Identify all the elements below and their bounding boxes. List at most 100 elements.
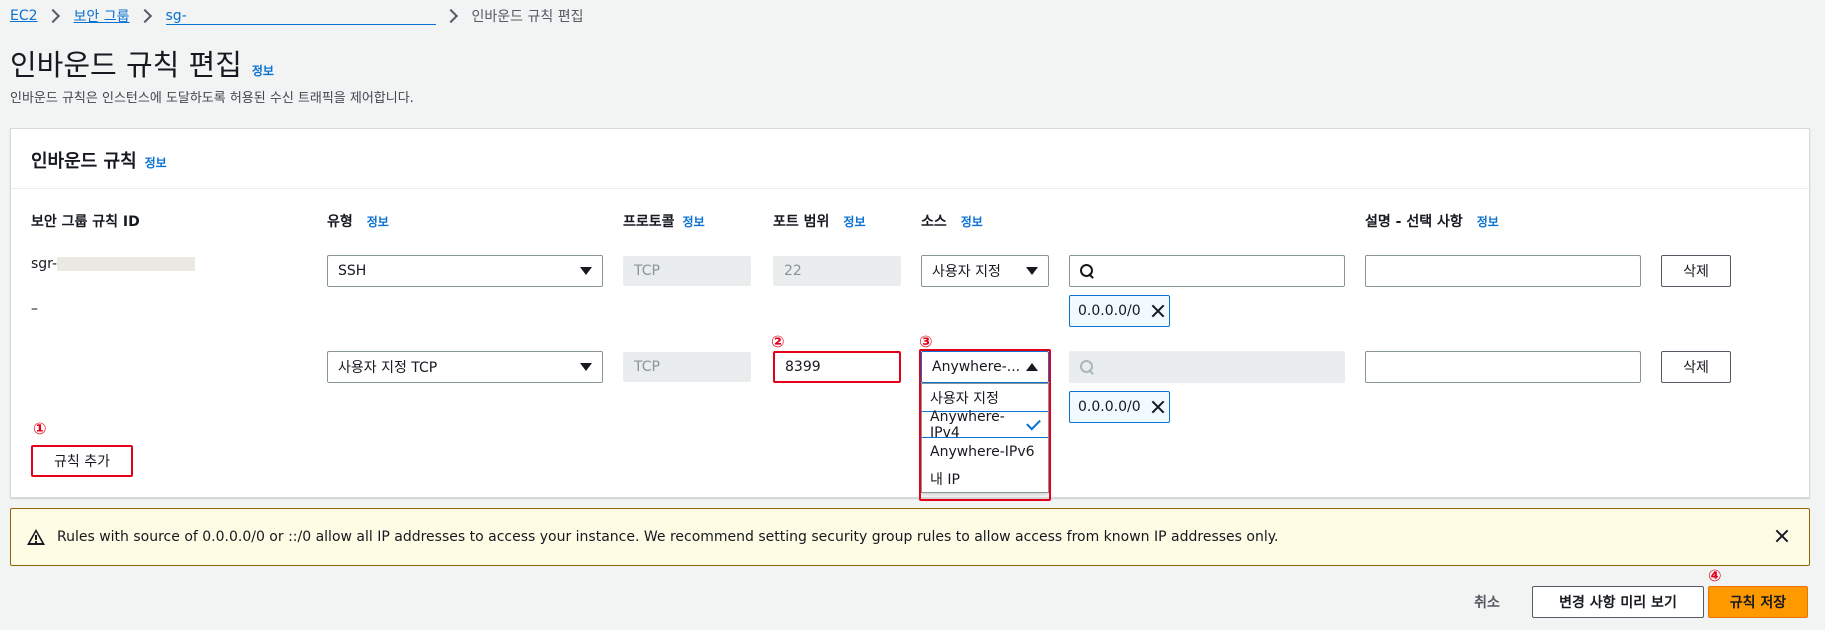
caret-down-icon bbox=[580, 363, 592, 371]
row-1-protocol-value: TCP bbox=[634, 263, 660, 279]
col-source: 소스 정보 bbox=[921, 211, 983, 231]
add-rule-label: 규칙 추가 bbox=[54, 454, 110, 470]
col-description-label: 설명 - 선택 사항 bbox=[1365, 214, 1463, 230]
col-protocol: 프로토콜 정보 bbox=[623, 211, 705, 231]
source-option-custom[interactable]: 사용자 지정 bbox=[922, 384, 1048, 411]
row-1-type-value: SSH bbox=[338, 263, 367, 279]
check-icon bbox=[1025, 415, 1041, 430]
inbound-rules-panel: 인바운드 규칙 정보 보안 그룹 규칙 ID 유형 정보 프로토콜 정보 포트 … bbox=[10, 128, 1810, 501]
panel-title: 인바운드 규칙 bbox=[31, 151, 137, 172]
row-1-description-input[interactable] bbox=[1365, 255, 1641, 287]
option-label: 사용자 지정 bbox=[930, 390, 999, 407]
row-2-port-input[interactable]: 8399 bbox=[773, 351, 901, 383]
col-port-range-label: 포트 범위 bbox=[773, 214, 830, 230]
row-1-delete-label: 삭제 bbox=[1683, 264, 1709, 280]
caret-down-icon bbox=[580, 267, 592, 275]
annotation-4: ④ bbox=[1708, 566, 1722, 585]
col-type-label: 유형 bbox=[327, 214, 353, 230]
row-2-source-select[interactable]: Anywhere-... bbox=[921, 351, 1049, 383]
row-1-protocol: TCP bbox=[623, 256, 751, 286]
option-label: Anywhere-IPv6 bbox=[930, 443, 1035, 460]
add-rule-button[interactable]: 규칙 추가 bbox=[31, 445, 133, 477]
breadcrumb-ec2-link[interactable]: EC2 bbox=[10, 8, 38, 24]
row-1-cidr-token: 0.0.0.0/0 bbox=[1069, 295, 1170, 327]
panel-header: 인바운드 규칙 정보 bbox=[11, 129, 1809, 189]
row-2-delete-button[interactable]: 삭제 bbox=[1661, 351, 1731, 383]
cancel-button[interactable]: 취소 bbox=[1462, 586, 1512, 618]
chevron-right-icon bbox=[137, 8, 152, 24]
row-2-token-label: 0.0.0.0/0 bbox=[1078, 399, 1141, 415]
option-label: Anywhere-IPv4 bbox=[930, 408, 1005, 441]
breadcrumb: EC2 보안 그룹 sg- 인바운드 규칙 편집 bbox=[10, 6, 583, 26]
row-2-source-value: Anywhere-... bbox=[932, 359, 1021, 375]
col-description-info-link[interactable]: 정보 bbox=[1477, 213, 1499, 230]
rule-id-text: sgr- bbox=[31, 256, 58, 272]
redacted-rule-id bbox=[57, 257, 196, 271]
option-label: 내 IP bbox=[930, 471, 960, 488]
row-2-delete-label: 삭제 bbox=[1683, 360, 1709, 376]
alert-text: Rules with source of 0.0.0.0/0 or ::/0 a… bbox=[57, 529, 1279, 545]
row-1-type-select[interactable]: SSH bbox=[327, 255, 603, 287]
col-rule-id: 보안 그룹 규칙 ID bbox=[31, 211, 140, 231]
preview-label: 변경 사항 미리 보기 bbox=[1559, 595, 1677, 611]
page-title-row: 인바운드 규칙 편집 정보 bbox=[10, 42, 274, 84]
close-icon[interactable] bbox=[1151, 400, 1161, 414]
preview-changes-button[interactable]: 변경 사항 미리 보기 bbox=[1532, 586, 1704, 618]
row-1-source-value: 사용자 지정 bbox=[932, 264, 1001, 280]
warning-alert: Rules with source of 0.0.0.0/0 or ::/0 a… bbox=[10, 508, 1810, 566]
source-dropdown: 사용자 지정 Anywhere-IPv4 Anywhere-IPv6 내 IP bbox=[921, 383, 1049, 493]
annotation-2: ② bbox=[771, 332, 785, 351]
annotation-1: ① bbox=[33, 419, 47, 438]
row-2-source-search-input bbox=[1069, 351, 1345, 383]
caret-down-icon bbox=[1026, 267, 1038, 275]
col-description: 설명 - 선택 사항 정보 bbox=[1365, 211, 1499, 231]
chevron-right-icon bbox=[443, 8, 458, 24]
row-2-type-select[interactable]: 사용자 지정 TCP bbox=[327, 351, 603, 383]
search-icon bbox=[1080, 360, 1094, 374]
search-icon bbox=[1080, 264, 1094, 278]
breadcrumb-current: 인바운드 규칙 편집 bbox=[471, 9, 584, 25]
breadcrumb-sg-link[interactable]: sg- bbox=[165, 8, 436, 25]
row-1-source-search-input[interactable] bbox=[1069, 255, 1345, 287]
breadcrumb-security-groups-link[interactable]: 보안 그룹 bbox=[74, 6, 130, 26]
row-1-source-select[interactable]: 사용자 지정 bbox=[921, 255, 1049, 287]
row-1-port-value: 22 bbox=[784, 263, 802, 279]
row-2-description-input[interactable] bbox=[1365, 351, 1641, 383]
source-option-my-ip[interactable]: 내 IP bbox=[922, 465, 1048, 492]
col-protocol-label: 프로토콜 bbox=[623, 214, 675, 230]
chevron-right-icon bbox=[45, 8, 60, 24]
close-icon[interactable] bbox=[1775, 529, 1789, 543]
row-2-cidr-token: 0.0.0.0/0 bbox=[1069, 391, 1170, 423]
page-title: 인바운드 규칙 편집 bbox=[10, 48, 242, 82]
row-2-rule-id: – bbox=[31, 301, 38, 317]
save-rules-button[interactable]: 규칙 저장 bbox=[1708, 586, 1808, 618]
row-1-rule-id: sgr- bbox=[31, 256, 196, 272]
annotation-3: ③ bbox=[919, 332, 933, 351]
row-2-type-value: 사용자 지정 TCP bbox=[338, 360, 438, 376]
row-2-protocol: TCP bbox=[623, 352, 751, 382]
page-info-link[interactable]: 정보 bbox=[252, 62, 274, 79]
source-option-anywhere-ipv4[interactable]: Anywhere-IPv4 bbox=[922, 408, 1048, 441]
close-icon[interactable] bbox=[1151, 304, 1161, 318]
panel-title-row: 인바운드 규칙 정보 bbox=[31, 147, 167, 173]
col-protocol-info-link[interactable]: 정보 bbox=[683, 213, 705, 230]
row-1-delete-button[interactable]: 삭제 bbox=[1661, 255, 1731, 287]
panel-info-link[interactable]: 정보 bbox=[145, 154, 167, 171]
source-option-anywhere-ipv6[interactable]: Anywhere-IPv6 bbox=[922, 438, 1048, 465]
col-port-range: 포트 범위 정보 bbox=[773, 211, 866, 231]
col-source-label: 소스 bbox=[921, 214, 947, 230]
col-source-info-link[interactable]: 정보 bbox=[961, 213, 983, 230]
col-type: 유형 정보 bbox=[327, 211, 389, 231]
row-1-port: 22 bbox=[773, 256, 901, 286]
row-1-token-label: 0.0.0.0/0 bbox=[1078, 303, 1141, 319]
col-rule-id-label: 보안 그룹 규칙 ID bbox=[31, 214, 140, 230]
col-type-info-link[interactable]: 정보 bbox=[367, 213, 389, 230]
caret-up-icon bbox=[1026, 363, 1038, 371]
warning-icon bbox=[27, 529, 45, 545]
row-2-port-value: 8399 bbox=[785, 359, 821, 375]
col-port-info-link[interactable]: 정보 bbox=[843, 213, 865, 230]
cancel-label: 취소 bbox=[1474, 595, 1500, 611]
row-2-protocol-value: TCP bbox=[634, 359, 660, 375]
page-description: 인바운드 규칙은 인스턴스에 도달하도록 허용된 수신 트래픽을 제어합니다. bbox=[10, 91, 414, 106]
save-label: 규칙 저장 bbox=[1729, 595, 1787, 611]
